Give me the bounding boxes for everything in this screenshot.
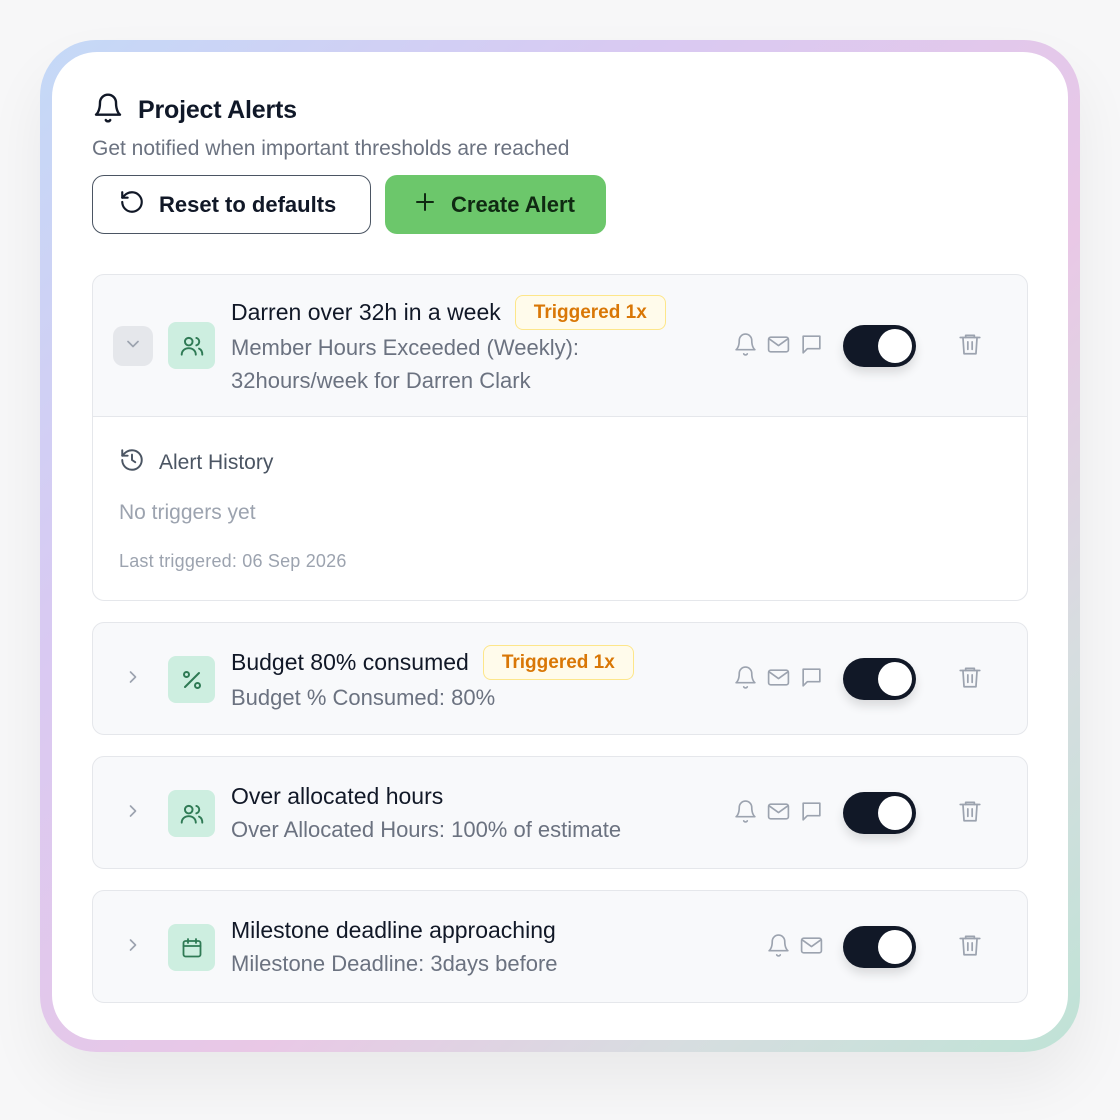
bell-icon bbox=[92, 92, 124, 129]
alert-card: Milestone deadline approaching Milestone… bbox=[92, 890, 1028, 1003]
alert-description-line2: 32hours/week for Darren Clark bbox=[231, 368, 531, 393]
toggle-knob bbox=[878, 930, 912, 964]
percent-icon bbox=[168, 656, 215, 703]
users-icon bbox=[168, 322, 215, 369]
alert-description: Over Allocated Hours: 100% of estimate bbox=[231, 817, 622, 842]
chevron-down-icon bbox=[123, 334, 143, 359]
history-icon bbox=[119, 447, 145, 479]
bell-icon bbox=[733, 799, 758, 829]
reset-defaults-label: Reset to defaults bbox=[159, 191, 337, 217]
channel-icons bbox=[733, 665, 824, 695]
page-subtitle: Get notified when important thresholds a… bbox=[92, 137, 570, 160]
alert-name: Budget 80% consumed bbox=[231, 649, 469, 675]
plus-icon bbox=[413, 190, 437, 220]
reset-icon bbox=[119, 189, 145, 221]
calendar-icon bbox=[168, 924, 215, 971]
alerts-card: Project Alerts Get notified when importa… bbox=[52, 52, 1068, 1040]
delete-alert-button[interactable] bbox=[955, 331, 985, 361]
triggered-badge: Triggered 1x bbox=[482, 645, 634, 680]
alert-name: Darren over 32h in a week bbox=[231, 299, 501, 325]
mail-icon bbox=[766, 332, 791, 362]
alert-history-heading: Alert History bbox=[119, 447, 273, 479]
chevron-right-icon bbox=[123, 801, 143, 826]
delete-alert-button[interactable] bbox=[955, 664, 985, 694]
reset-defaults-button[interactable]: Reset to defaults bbox=[92, 175, 371, 234]
alert-card: Darren over 32h in a week Triggered 1x M… bbox=[92, 274, 1028, 601]
mail-icon bbox=[799, 933, 824, 963]
chat-icon bbox=[799, 665, 824, 695]
trash-icon bbox=[957, 932, 983, 963]
alert-history-title: Alert History bbox=[159, 451, 274, 474]
expand-toggle[interactable] bbox=[113, 927, 153, 967]
history-empty-text: No triggers yet bbox=[119, 501, 256, 524]
trash-icon bbox=[957, 331, 983, 362]
alert-enabled-toggle[interactable] bbox=[843, 658, 916, 700]
channel-icons bbox=[766, 933, 824, 963]
bell-icon bbox=[733, 665, 758, 695]
mail-icon bbox=[766, 665, 791, 695]
alert-history-panel: Alert History No triggers yet Last trigg… bbox=[93, 416, 1027, 600]
bell-icon bbox=[766, 933, 791, 963]
alert-name: Over allocated hours bbox=[231, 783, 444, 809]
trash-icon bbox=[957, 664, 983, 695]
chat-icon bbox=[799, 332, 824, 362]
alert-description: Budget % Consumed: 80% bbox=[231, 685, 496, 710]
alert-card: Over allocated hours Over Allocated Hour… bbox=[92, 756, 1028, 869]
delete-alert-button[interactable] bbox=[955, 798, 985, 828]
alert-enabled-toggle[interactable] bbox=[843, 325, 916, 367]
toggle-knob bbox=[878, 329, 912, 363]
bell-icon bbox=[733, 332, 758, 362]
collapse-toggle[interactable] bbox=[113, 326, 153, 366]
create-alert-label: Create Alert bbox=[451, 191, 575, 217]
trash-icon bbox=[957, 798, 983, 829]
expand-toggle[interactable] bbox=[113, 793, 153, 833]
chevron-right-icon bbox=[123, 935, 143, 960]
mail-icon bbox=[766, 799, 791, 829]
toggle-knob bbox=[878, 662, 912, 696]
alert-description: Member Hours Exceeded (Weekly): 32hours/… bbox=[231, 331, 579, 397]
chevron-right-icon bbox=[123, 667, 143, 692]
users-icon bbox=[168, 790, 215, 837]
toolbar: Reset to defaults Create Alert bbox=[92, 175, 606, 234]
triggered-badge: Triggered 1x bbox=[514, 295, 666, 330]
alert-enabled-toggle[interactable] bbox=[843, 792, 916, 834]
chat-icon bbox=[799, 799, 824, 829]
alert-description: Milestone Deadline: 3days before bbox=[231, 951, 558, 976]
channel-icons bbox=[733, 332, 824, 362]
alert-name: Milestone deadline approaching bbox=[231, 917, 556, 943]
expand-toggle[interactable] bbox=[113, 659, 153, 699]
channel-icons bbox=[733, 799, 824, 829]
toggle-knob bbox=[878, 796, 912, 830]
alert-card: Budget 80% consumed Triggered 1x Budget … bbox=[92, 622, 1028, 735]
alert-description-line1: Member Hours Exceeded (Weekly): bbox=[231, 335, 580, 360]
card-frame: Project Alerts Get notified when importa… bbox=[40, 40, 1080, 1052]
alert-enabled-toggle[interactable] bbox=[843, 926, 916, 968]
delete-alert-button[interactable] bbox=[955, 932, 985, 962]
create-alert-button[interactable]: Create Alert bbox=[385, 175, 606, 234]
header: Project Alerts Get notified when importa… bbox=[92, 92, 569, 161]
page-title: Project Alerts bbox=[138, 96, 297, 124]
last-triggered-text: Last triggered: 06 Sep 2026 bbox=[119, 551, 347, 571]
